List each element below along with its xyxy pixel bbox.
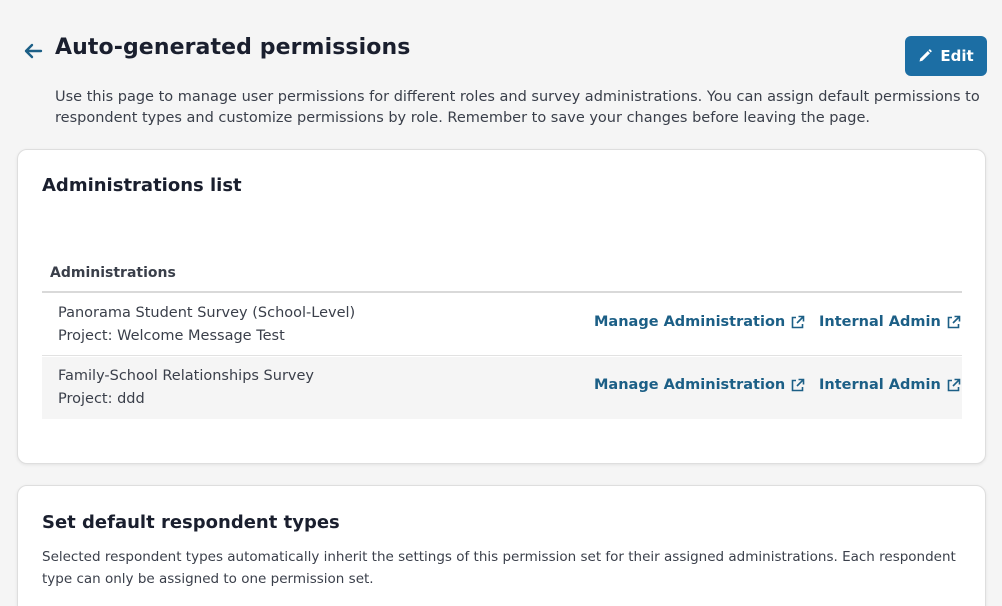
external-link-icon xyxy=(947,315,961,328)
edit-button-label: Edit xyxy=(940,47,974,65)
administration-project: Project: Welcome Message Test xyxy=(58,328,285,344)
internal-admin-label: Internal Admin xyxy=(819,314,941,330)
administrations-card: Administrations list Administrations Pan… xyxy=(17,149,986,464)
table-header-administrations: Administrations xyxy=(42,255,962,293)
edit-button[interactable]: Edit xyxy=(905,36,987,76)
external-link-icon xyxy=(791,378,805,391)
administration-name: Panorama Student Survey (School-Level) xyxy=(58,305,356,321)
manage-administration-label: Manage Administration xyxy=(594,377,786,393)
back-arrow-icon[interactable] xyxy=(22,40,44,62)
page-description: Use this page to manage user permissions… xyxy=(55,89,980,126)
administration-project: Project: ddd xyxy=(58,391,145,407)
internal-admin-link[interactable]: Internal Admin xyxy=(819,314,961,330)
manage-administration-link[interactable]: Manage Administration xyxy=(594,377,805,393)
respondent-types-card: Set default respondent types Selected re… xyxy=(17,485,986,606)
respondent-types-description: Selected respondent types automatically … xyxy=(42,549,956,587)
page: Auto-generated permissions Edit Use this… xyxy=(0,0,1002,606)
manage-administration-label: Manage Administration xyxy=(594,314,786,330)
internal-admin-link[interactable]: Internal Admin xyxy=(819,377,961,393)
internal-admin-label: Internal Admin xyxy=(819,377,941,393)
external-link-icon xyxy=(947,378,961,391)
manage-administration-link[interactable]: Manage Administration xyxy=(594,314,805,330)
administrations-card-title: Administrations list xyxy=(42,175,242,196)
administration-name: Family-School Relationships Survey xyxy=(58,368,314,384)
page-title: Auto-generated permissions xyxy=(55,35,411,60)
table-row: Family-School Relationships Survey Proje… xyxy=(42,357,962,419)
respondent-types-card-title: Set default respondent types xyxy=(42,512,340,533)
table-row: Panorama Student Survey (School-Level) P… xyxy=(42,294,962,356)
external-link-icon xyxy=(791,315,805,328)
pencil-icon xyxy=(919,49,933,62)
